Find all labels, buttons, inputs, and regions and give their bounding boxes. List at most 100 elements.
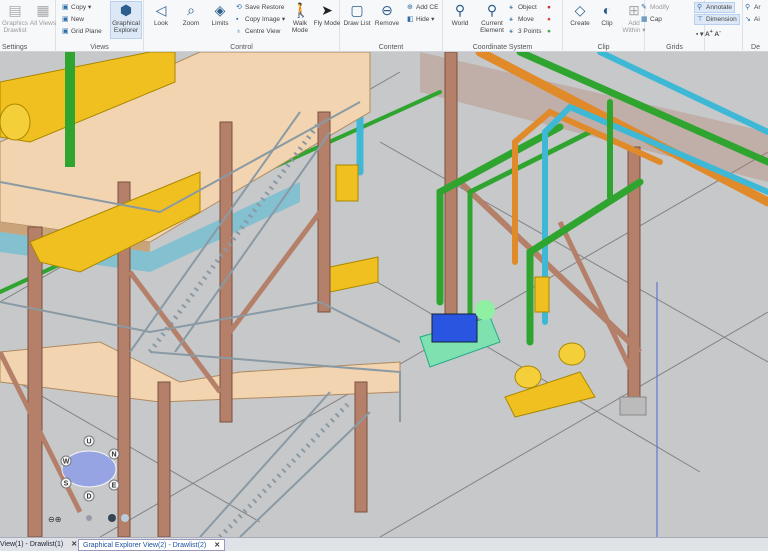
create-button[interactable]: ◇ Create (565, 2, 595, 27)
nav-home-icon[interactable] (121, 514, 129, 522)
hide-button[interactable]: ◧ Hide ▾ (407, 15, 434, 24)
label: Ar (754, 4, 761, 11)
grid-plane-button[interactable]: ▣ Grid Plane (62, 27, 102, 36)
label: Centre View (245, 28, 281, 35)
nav-south[interactable]: S (64, 481, 69, 488)
copy-button[interactable]: ▣ Copy ▾ (62, 3, 91, 12)
label: Add CE (416, 4, 439, 11)
label: Limits (211, 20, 229, 27)
label: Look (153, 20, 169, 27)
nav-dot-icon[interactable] (86, 515, 92, 521)
label: Current Element (480, 20, 504, 34)
label: Walk Mode (291, 20, 309, 34)
group-label: Control (230, 44, 253, 51)
zoom-button[interactable]: ⌕ Zoom (176, 2, 206, 27)
walk-icon: 🚶 (292, 2, 310, 18)
walk-mode-button[interactable]: 🚶 Walk Mode (285, 2, 315, 34)
plant-model[interactable]: U D N W S E ⊖⊕ (0, 52, 768, 537)
ribbon: ▤ Graphics Drawlist ▦ All Views Settings ▣… (0, 0, 768, 52)
group-control: ◁ Look ⌕ Zoom ◈ Limits ⟲ Save Restore ▪ Copy … (144, 0, 340, 52)
group-clip: ◇ Create ◐ Clip ⊞ Add Within ▾ Clip (563, 0, 646, 52)
tab-label: View(1) - Drawlist(1) (0, 541, 64, 548)
copy-image-button[interactable]: ▪ Copy Image ▾ (236, 15, 285, 24)
fly-mode-button[interactable]: ➤ Fly Mode (312, 2, 342, 27)
label: 3 Points (518, 28, 542, 35)
nav-up[interactable]: U (86, 439, 91, 446)
nav-north[interactable]: N (111, 452, 116, 459)
move-button[interactable]: ⚹ Move (509, 15, 534, 24)
label: Copy Image ▾ (245, 16, 286, 23)
current-element-button[interactable]: ⚲ Current Element (475, 2, 509, 34)
nav-globe-icon[interactable] (108, 514, 116, 522)
clip-button[interactable]: ◐ Clip (592, 2, 622, 27)
tab-graphical-explorer-view-2[interactable]: Graphical Explorer View(2) - Drawlist(2)… (78, 539, 226, 551)
image-icon: ▪ (236, 16, 239, 23)
graphics-drawlist-button[interactable]: ▤ Graphics Drawlist (0, 2, 30, 34)
add-ce-button[interactable]: ⊕ Add CE (407, 3, 438, 12)
label: Hide ▾ (416, 16, 435, 23)
view-tab-bar: View(1) - Drawlist(1) ✕ Graphical Explore… (0, 537, 768, 551)
remove-button[interactable]: ⊖ Remove (372, 2, 402, 27)
modify-button[interactable]: ✎ Modify (641, 3, 669, 12)
new-button[interactable]: ▣ New (62, 15, 84, 24)
graphical-explorer-button[interactable]: ⬢ Graphical Explorer (110, 1, 142, 39)
cap-button[interactable]: ▦ Cap (641, 15, 662, 24)
draw-list-icon: ▢ (350, 2, 364, 18)
label: Zoom (182, 20, 200, 27)
label: All Views (29, 20, 57, 27)
all-views-button[interactable]: ▦ All Views (28, 2, 58, 27)
object-button[interactable]: ⚹ Object (509, 3, 537, 12)
label: New (71, 16, 85, 23)
label: Save Restore (245, 4, 285, 11)
label: Graphical Explorer (112, 20, 140, 34)
text-size-buttons[interactable]: ▪ ▾ A+ A- (696, 28, 721, 39)
hide-icon: ◧ (407, 16, 414, 23)
sphere-icon[interactable]: ● (547, 15, 551, 24)
label: Copy ▾ (71, 4, 92, 11)
look-button[interactable]: ◁ Look (146, 2, 176, 27)
group-label: Grids (666, 44, 683, 51)
annotate-icon: ⚲ (697, 4, 703, 11)
label: Dimension (706, 16, 737, 23)
label: Draw List (343, 20, 371, 27)
group-de: ⚲ Ar ↘ Ai De (742, 0, 768, 52)
nav-arrows-icon[interactable]: ⊖⊕ (48, 515, 61, 524)
dimension-button[interactable]: ⊤ Dimension (694, 14, 740, 25)
tab-view-1[interactable]: View(1) - Drawlist(1) ✕ (0, 539, 81, 551)
view-navigator-cube[interactable]: U D N W S E ⊖⊕ (48, 435, 129, 524)
annotate-button[interactable]: ⚲ Annotate (694, 2, 736, 13)
label: Modify (650, 4, 670, 11)
save-restore-button[interactable]: ⟲ Save Restore (236, 3, 284, 12)
world-axes-icon: ⚲ (454, 2, 466, 18)
close-icon[interactable]: ✕ (71, 541, 77, 548)
nav-east[interactable]: E (112, 483, 117, 490)
tab-label: Graphical Explorer View(2) - Drawlist(2) (83, 542, 207, 549)
ar-button[interactable]: ⚲ Ar (745, 3, 761, 12)
draw-list-button[interactable]: ▢ Draw List (342, 2, 372, 27)
ai-button[interactable]: ↘ Ai (745, 15, 760, 24)
globe-icon[interactable]: ● (547, 3, 551, 12)
group-label: Coordinate System (472, 44, 533, 51)
3d-viewport[interactable]: U D N W S E ⊖⊕ (0, 52, 768, 537)
three-points-icon: ⚹ (509, 28, 514, 35)
clip-icon: ◐ (602, 2, 612, 18)
nav-west[interactable]: W (63, 459, 70, 466)
grid-icon: ▦ (36, 2, 50, 18)
label: Fly Mode (313, 20, 341, 27)
dimension-icon: ⊤ (697, 16, 704, 23)
ai-icon: ↘ (745, 16, 751, 23)
clip-box-icon: ◇ (574, 2, 586, 18)
centre-view-button[interactable]: ♁ Centre View (236, 27, 280, 36)
group-label: De (751, 44, 760, 51)
close-icon[interactable]: ✕ (214, 542, 220, 549)
label: Create (570, 20, 590, 27)
earth-icon[interactable]: ● (547, 27, 551, 36)
limits-button[interactable]: ◈ Limits (205, 2, 235, 27)
world-button[interactable]: ⚲ World (445, 2, 475, 27)
label: Grid Plane (71, 28, 102, 35)
three-points-button[interactable]: ⚹ 3 Points (509, 27, 542, 36)
group-views: ▣ Copy ▾ ▣ New ▣ Grid Plane ⬢ Graphical Expl… (56, 0, 144, 52)
label: Object (518, 4, 537, 11)
new-icon: ▣ (62, 16, 69, 23)
nav-down[interactable]: D (86, 494, 91, 501)
